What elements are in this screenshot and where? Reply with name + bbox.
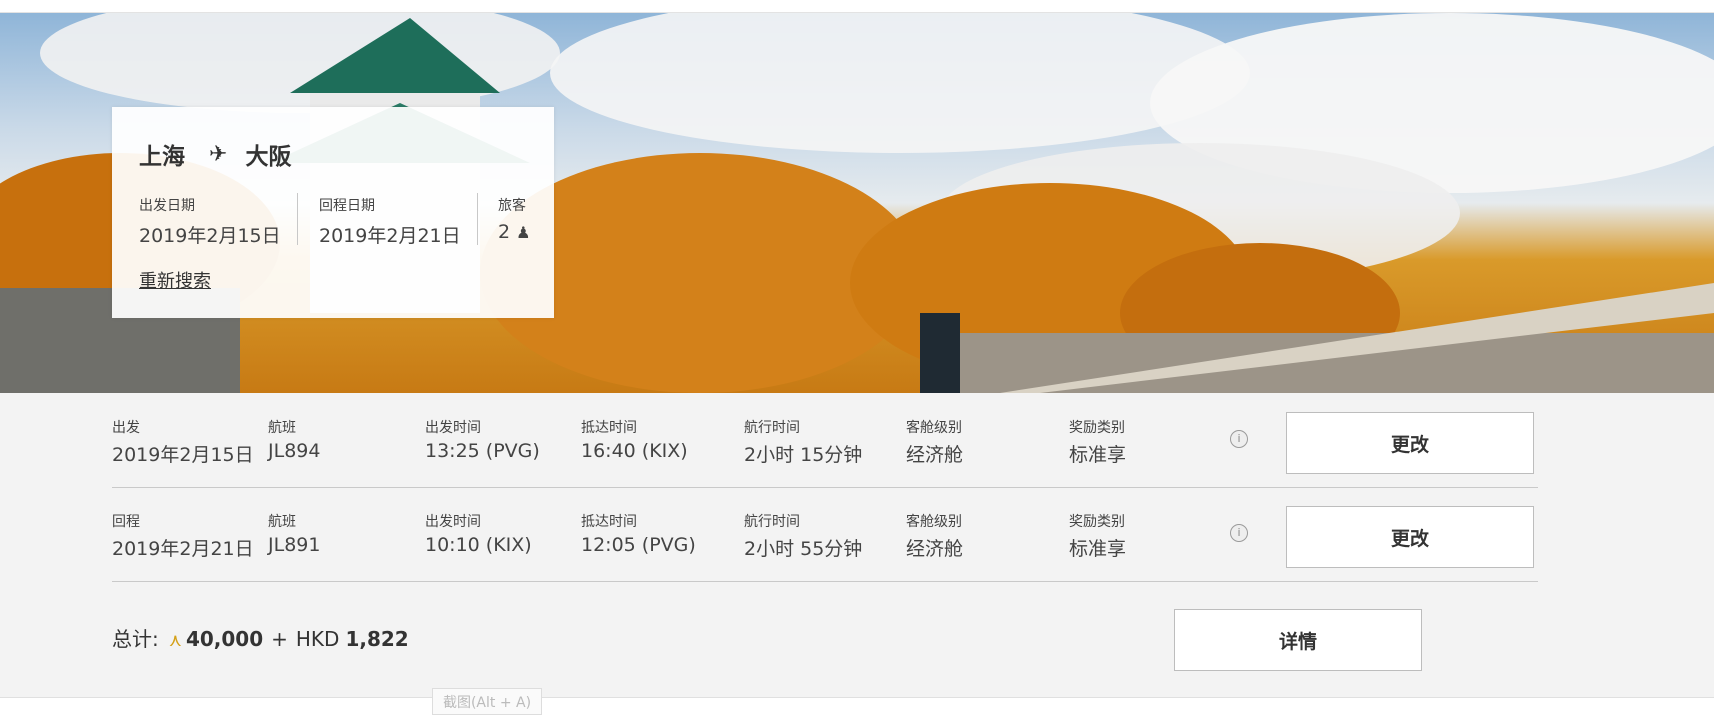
departure-time: 10:10 (KIX) — [425, 534, 532, 556]
flight-number: JL891 — [268, 534, 321, 556]
reward-label: 奖励类别 — [1069, 514, 1125, 530]
arrival-time: 16:40 (KIX) — [581, 440, 688, 462]
flight-row-return: 回程 2019年2月21日 航班 JL891 出发时间 10:10 (KIX) … — [112, 487, 1538, 582]
itinerary-panel: 出发 2019年2月15日 航班 JL894 出发时间 13:25 (PVG) … — [0, 393, 1714, 698]
arrival-col: 抵达时间 12:05 (PVG) — [581, 511, 696, 556]
change-return-button[interactable]: 更改 — [1286, 506, 1534, 568]
reward-col: 奖励类别 标准享 — [1069, 511, 1126, 561]
duration-col: 航行时间 2小时 55分钟 — [744, 511, 862, 561]
avios-icon: ⋏ — [168, 630, 182, 651]
passenger-count: 2 — [498, 221, 511, 243]
flight-number: JL894 — [268, 440, 321, 462]
depart-date-value: 2019年2月15日 — [139, 225, 281, 247]
leg-col: 回程 2019年2月21日 — [112, 511, 254, 561]
route-title: 上海 ✈ 大阪 — [139, 137, 291, 171]
duration-label: 航行时间 — [744, 420, 800, 436]
leg-label: 回程 — [112, 514, 140, 530]
cabin-class: 经济舱 — [906, 444, 964, 466]
cabin-class: 经济舱 — [906, 538, 964, 560]
currency: HKD — [295, 627, 340, 651]
passengers-field: 旅客 2 ♟ — [498, 195, 530, 243]
flight-col: 航班 JL894 — [268, 417, 320, 462]
passengers-value: 2 ♟ — [498, 221, 530, 243]
person-icon: ♟ — [516, 223, 531, 242]
flight-label: 航班 — [268, 514, 296, 530]
flight-col: 航班 JL891 — [268, 511, 320, 556]
reward-label: 奖励类别 — [1069, 420, 1125, 436]
change-outbound-button[interactable]: 更改 — [1286, 412, 1534, 474]
arrival-time-label: 抵达时间 — [581, 514, 637, 530]
info-icon[interactable]: i — [1230, 430, 1248, 448]
cabin-label: 客舱级别 — [906, 420, 962, 436]
reward-type: 标准享 — [1069, 444, 1127, 466]
leg-date: 2019年2月21日 — [112, 538, 254, 560]
leg-date: 2019年2月15日 — [112, 444, 254, 466]
duration-col: 航行时间 2小时 15分钟 — [744, 417, 862, 467]
duration-label: 航行时间 — [744, 514, 800, 530]
plus-sign: + — [271, 627, 288, 651]
departure-col: 出发时间 13:25 (PVG) — [425, 417, 540, 462]
divider — [477, 193, 478, 245]
flight-label: 航班 — [268, 420, 296, 436]
depart-date-field: 出发日期 2019年2月15日 — [139, 195, 281, 248]
return-date-value: 2019年2月21日 — [319, 225, 461, 247]
research-link[interactable]: 重新搜索 — [139, 267, 211, 293]
search-summary-card: 上海 ✈ 大阪 出发日期 2019年2月15日 回程日期 2019年2月21日 … — [112, 107, 554, 318]
duration: 2小时 15分钟 — [744, 444, 863, 466]
cabin-label: 客舱级别 — [906, 514, 962, 530]
depart-date-label: 出发日期 — [139, 198, 195, 214]
flight-row-outbound: 出发 2019年2月15日 航班 JL894 出发时间 13:25 (PVG) … — [112, 393, 1538, 488]
departure-time-label: 出发时间 — [425, 514, 481, 530]
arrival-time-label: 抵达时间 — [581, 420, 637, 436]
total-label: 总计: — [112, 627, 159, 651]
passengers-label: 旅客 — [498, 198, 526, 214]
info-icon[interactable]: i — [1230, 524, 1248, 542]
plane-icon: ✈ — [209, 141, 228, 167]
details-button[interactable]: 详情 — [1174, 609, 1422, 671]
reward-col: 奖励类别 标准享 — [1069, 417, 1126, 467]
origin-city: 上海 — [139, 144, 185, 170]
leg-label: 出发 — [112, 420, 140, 436]
cash-amount: 1,822 — [345, 627, 409, 651]
departure-time-label: 出发时间 — [425, 420, 481, 436]
screenshot-tooltip: 截图(Alt + A) — [432, 688, 542, 715]
destination-city: 大阪 — [245, 144, 292, 170]
arrival-time: 12:05 (PVG) — [581, 534, 696, 556]
cabin-col: 客舱级别 经济舱 — [906, 511, 963, 561]
hero-image: 上海 ✈ 大阪 出发日期 2019年2月15日 回程日期 2019年2月21日 … — [0, 13, 1714, 393]
leg-col: 出发 2019年2月15日 — [112, 417, 254, 467]
avios-amount: 40,000 — [185, 627, 264, 651]
top-bar — [0, 0, 1714, 13]
total-price: 总计: ⋏ 40,000 + HKD 1,822 — [112, 623, 409, 652]
duration: 2小时 55分钟 — [744, 538, 863, 560]
departure-col: 出发时间 10:10 (KIX) — [425, 511, 532, 556]
divider — [297, 193, 298, 245]
arrival-col: 抵达时间 16:40 (KIX) — [581, 417, 688, 462]
departure-time: 13:25 (PVG) — [425, 440, 540, 462]
return-date-label: 回程日期 — [319, 198, 375, 214]
reward-type: 标准享 — [1069, 538, 1127, 560]
cabin-col: 客舱级别 经济舱 — [906, 417, 963, 467]
return-date-field: 回程日期 2019年2月21日 — [319, 195, 461, 248]
